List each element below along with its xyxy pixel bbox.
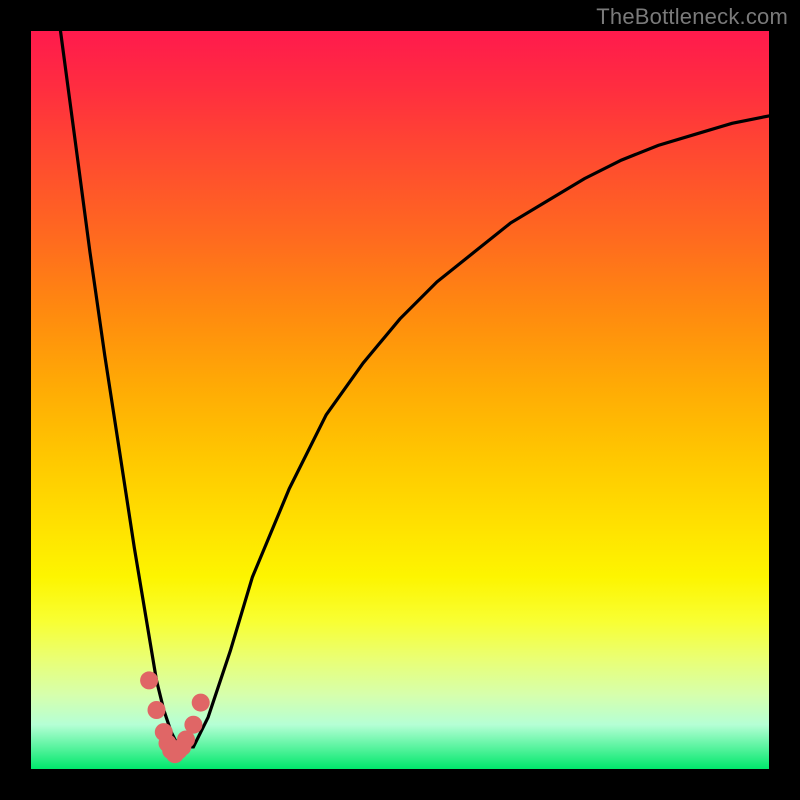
marker-dot <box>148 701 166 719</box>
marker-dot <box>192 694 210 712</box>
marker-dot <box>140 671 158 689</box>
chart-frame: TheBottleneck.com <box>0 0 800 800</box>
marker-dot <box>184 716 202 734</box>
curve-group <box>61 31 770 747</box>
chart-svg <box>31 31 769 769</box>
watermark-text: TheBottleneck.com <box>596 4 788 30</box>
plot-area <box>31 31 769 769</box>
bottleneck-curve <box>61 31 770 747</box>
marker-group <box>140 671 210 763</box>
